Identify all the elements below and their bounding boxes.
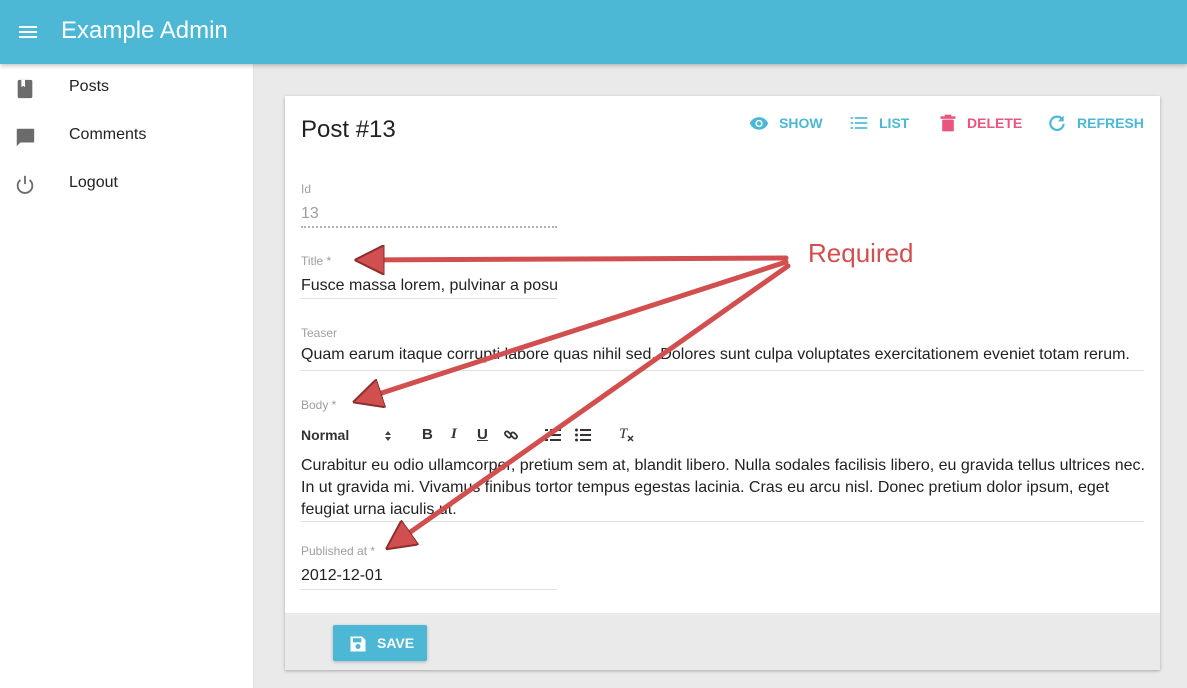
save-icon bbox=[350, 636, 366, 652]
published-at-underline bbox=[301, 589, 557, 590]
show-button-label: SHOW bbox=[779, 115, 823, 131]
bold-icon: B bbox=[422, 426, 433, 443]
body-editor[interactable]: Curabitur eu odio ullamcorper, pretium s… bbox=[301, 455, 1146, 521]
bold-button[interactable]: B bbox=[422, 426, 433, 443]
required-annotation: Required bbox=[808, 238, 914, 268]
title-label: Title * bbox=[301, 254, 332, 268]
sidebar-item-comments[interactable]: Comments bbox=[0, 112, 253, 160]
list-icon bbox=[850, 117, 868, 129]
app-title: Example Admin bbox=[61, 17, 228, 44]
refresh-button[interactable]: REFRESH bbox=[1047, 113, 1144, 133]
body-underline bbox=[301, 521, 1144, 522]
refresh-button-label: REFRESH bbox=[1077, 115, 1144, 131]
teaser-label: Teaser bbox=[301, 326, 338, 340]
power-icon bbox=[16, 175, 34, 194]
bullet-list-icon[interactable] bbox=[575, 427, 591, 443]
underline-button[interactable]: U bbox=[477, 426, 488, 443]
edit-card: Post #13 SHOW LIST DELETE REFRESH Id 13 … bbox=[285, 96, 1160, 670]
delete-button-label: DELETE bbox=[967, 115, 1023, 131]
id-field: 13 bbox=[301, 205, 319, 222]
select-arrows-icon bbox=[385, 431, 391, 441]
list-button[interactable]: LIST bbox=[849, 113, 909, 133]
sidebar-item-label: Posts bbox=[69, 78, 110, 95]
italic-icon: I bbox=[451, 426, 457, 442]
clear-format-icon[interactable]: T bbox=[618, 425, 636, 443]
italic-button[interactable]: I bbox=[451, 426, 457, 443]
format-select-value: Normal bbox=[301, 427, 350, 443]
eye-icon bbox=[749, 117, 769, 130]
svg-text:T: T bbox=[619, 426, 629, 442]
title-input[interactable]: Fusce massa lorem, pulvinar a posuere ut… bbox=[301, 277, 557, 295]
published-at-input[interactable]: 2012-12-01 bbox=[301, 567, 383, 585]
teaser-underline bbox=[301, 370, 1144, 371]
refresh-icon bbox=[1049, 115, 1065, 132]
teaser-input[interactable]: Quam earum itaque corrupti labore quas n… bbox=[301, 346, 1146, 364]
underline-icon: U bbox=[477, 426, 488, 443]
comment-icon bbox=[16, 128, 35, 147]
sidebar-item-label: Comments bbox=[69, 126, 147, 143]
save-button-label: SAVE bbox=[377, 635, 415, 651]
list-button-label: LIST bbox=[879, 115, 910, 131]
link-icon[interactable] bbox=[503, 427, 519, 443]
body-label: Body * bbox=[301, 398, 337, 412]
id-underline bbox=[301, 226, 557, 228]
save-button[interactable]: SAVE bbox=[333, 625, 427, 661]
delete-button[interactable]: DELETE bbox=[938, 113, 1022, 133]
ordered-list-icon[interactable] bbox=[545, 427, 561, 443]
title-underline bbox=[301, 298, 557, 299]
trash-icon bbox=[940, 114, 956, 132]
sidebar-item-label: Logout bbox=[69, 174, 118, 191]
sidebar-item-logout[interactable]: Logout bbox=[0, 160, 253, 208]
page-title: Post #13 bbox=[301, 116, 396, 143]
menu-icon[interactable] bbox=[19, 23, 39, 41]
book-icon bbox=[17, 79, 33, 99]
published-at-label: Published at * bbox=[301, 544, 376, 558]
sidebar-item-posts[interactable]: Posts bbox=[0, 64, 253, 112]
id-label: Id bbox=[301, 182, 312, 196]
app-bar: Example Admin bbox=[0, 0, 1187, 64]
show-button[interactable]: SHOW bbox=[748, 113, 823, 133]
sidebar: Posts Comments Logout bbox=[0, 64, 254, 688]
format-select[interactable]: Normal bbox=[301, 427, 397, 444]
